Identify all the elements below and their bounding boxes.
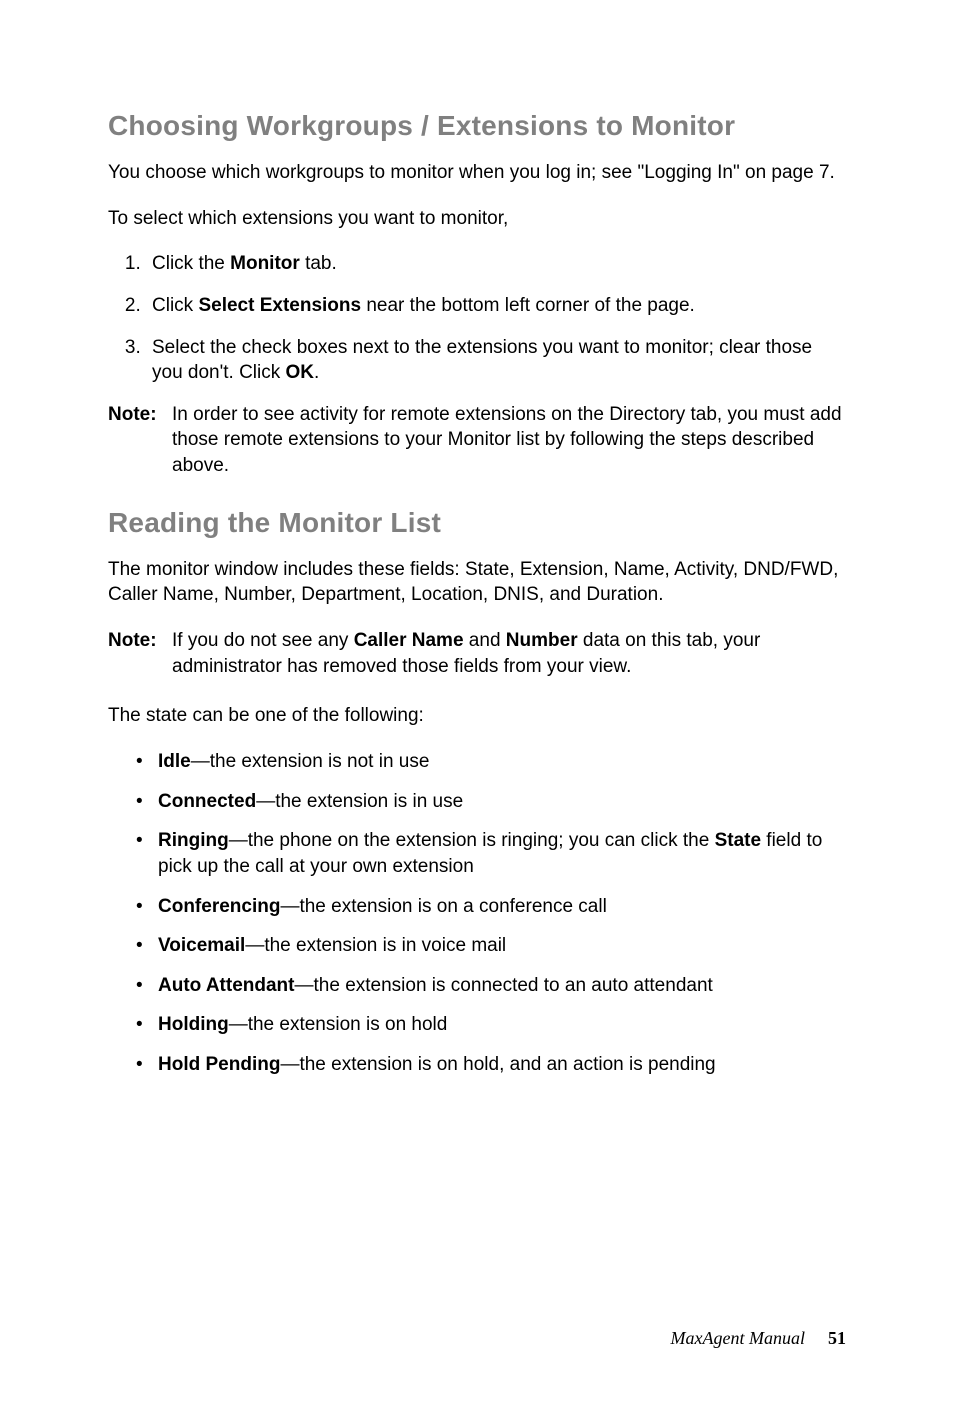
state-idle: Idle—the extension is not in use	[136, 749, 846, 775]
note-label: Note:	[108, 628, 172, 679]
number-bold: Number	[506, 630, 578, 651]
state-field-bold: State	[715, 830, 761, 851]
step-3: Select the check boxes next to the exten…	[146, 335, 846, 386]
state-holding: Holding—the extension is on hold	[136, 1012, 846, 1038]
ok-bold: OK	[286, 362, 315, 383]
note-body: If you do not see any Caller Name and Nu…	[172, 628, 846, 679]
caller-name-bold: Caller Name	[354, 630, 464, 651]
state-conferencing: Conferencing—the extension is on a confe…	[136, 894, 846, 920]
book-title: MaxAgent Manual	[671, 1328, 805, 1348]
step-2: Click Select Extensions near the bottom …	[146, 293, 846, 319]
para-state-lead: The state can be one of the following:	[108, 703, 846, 729]
text: —the extension is in use	[256, 791, 463, 812]
note-remote-ext: Note: In order to see activity for remot…	[108, 402, 846, 479]
text: —the extension is connected to an auto a…	[295, 975, 713, 996]
text: Click	[152, 295, 198, 316]
voicemail-bold: Voicemail	[158, 935, 245, 956]
idle-bold: Idle	[158, 751, 191, 772]
conferencing-bold: Conferencing	[158, 896, 280, 917]
text: —the extension is on hold	[229, 1014, 448, 1035]
para-monitor-fields: The monitor window includes these fields…	[108, 557, 846, 608]
note-label: Note:	[108, 402, 172, 479]
heading-choosing: Choosing Workgroups / Extensions to Moni…	[108, 110, 846, 142]
state-list: Idle—the extension is not in use Connect…	[108, 749, 846, 1078]
holding-bold: Holding	[158, 1014, 229, 1035]
text: —the extension is in voice mail	[245, 935, 506, 956]
state-ringing: Ringing—the phone on the extension is ri…	[136, 828, 846, 879]
text: and	[464, 630, 506, 651]
connected-bold: Connected	[158, 791, 256, 812]
note-caller-fields: Note: If you do not see any Caller Name …	[108, 628, 846, 679]
step-1: Click the Monitor tab.	[146, 251, 846, 277]
select-ext-bold: Select Extensions	[198, 295, 361, 316]
monitor-bold: Monitor	[230, 253, 300, 274]
ringing-bold: Ringing	[158, 830, 229, 851]
ordered-steps: Click the Monitor tab. Click Select Exte…	[108, 251, 846, 386]
text: .	[314, 362, 319, 383]
heading-reading: Reading the Monitor List	[108, 507, 846, 539]
page: Choosing Workgroups / Extensions to Moni…	[0, 0, 954, 1411]
state-hold-pending: Hold Pending—the extension is on hold, a…	[136, 1052, 846, 1078]
state-voicemail: Voicemail—the extension is in voice mail	[136, 933, 846, 959]
hold-pending-bold: Hold Pending	[158, 1054, 280, 1075]
text: —the extension is on a conference call	[280, 896, 606, 917]
text: Select the check boxes next to the exten…	[152, 337, 812, 384]
text: Click the	[152, 253, 230, 274]
auto-attendant-bold: Auto Attendant	[158, 975, 295, 996]
para-choosing-intro: You choose which workgroups to monitor w…	[108, 160, 846, 186]
text: —the extension is not in use	[191, 751, 430, 772]
text: —the phone on the extension is ringing; …	[229, 830, 715, 851]
page-number: 51	[828, 1328, 846, 1348]
para-select-ext-lead: To select which extensions you want to m…	[108, 206, 846, 232]
text: If you do not see any	[172, 630, 354, 651]
state-connected: Connected—the extension is in use	[136, 789, 846, 815]
state-auto-attendant: Auto Attendant—the extension is connecte…	[136, 973, 846, 999]
text: —the extension is on hold, and an action…	[280, 1054, 715, 1075]
page-footer: MaxAgent Manual 51	[671, 1328, 846, 1349]
text: near the bottom left corner of the page.	[361, 295, 695, 316]
text: tab.	[300, 253, 337, 274]
note-body: In order to see activity for remote exte…	[172, 402, 846, 479]
